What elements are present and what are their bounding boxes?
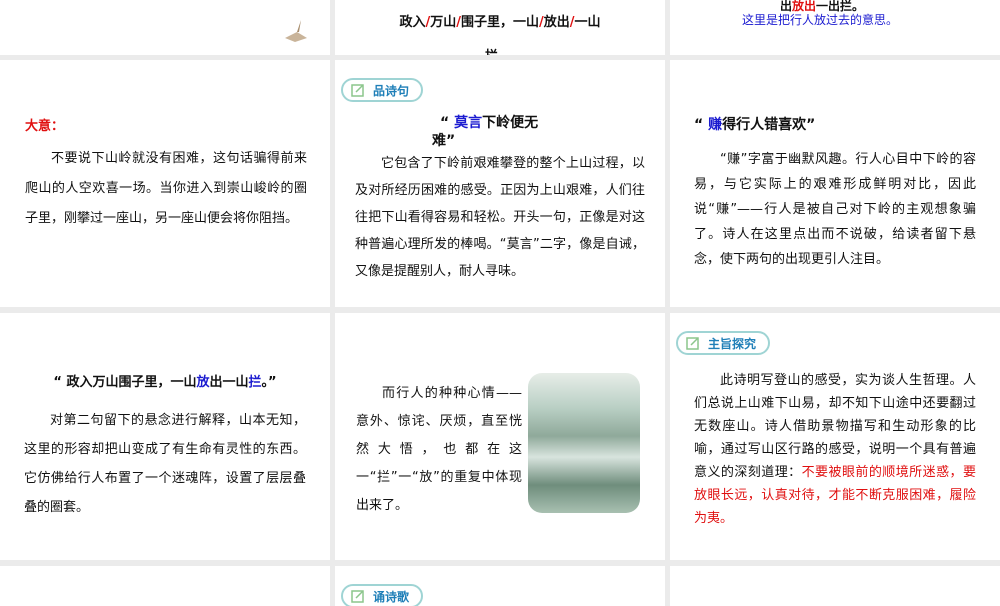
edit-icon xyxy=(351,590,364,603)
explanation-note: 这里是把行人放过去的意思。 xyxy=(741,13,898,27)
section-badge: 诵诗歌 xyxy=(341,584,424,606)
slide-thumb-meaning[interactable]: 大意： 不要说下山岭就没有困难，这句话骗得前来爬山的人空欢喜一场。当你进入到崇山… xyxy=(0,60,330,307)
slide-thumb-theme[interactable]: 主旨探究 此诗明写登山的感受，实为谈人生哲理。人们总说上山难下山易，却不知下山途… xyxy=(670,313,1000,560)
edit-icon xyxy=(686,337,699,350)
meaning-text: 不要说下山岭就没有困难，这句话骗得前来爬山的人空欢喜一场。当你进入到崇山峻岭的圈… xyxy=(25,151,307,226)
slide-thumb-mo-yan[interactable]: 品诗句 “ 莫言下岭便无 难” 它包含了下岭前艰难攀登的整个上山过程，以及对所经… xyxy=(335,60,665,307)
section-badge: 品诗句 xyxy=(341,78,424,102)
slide-thumb-top-left[interactable] xyxy=(0,0,330,55)
analysis-text: 而行人的种种心情——意外、惊诧、厌烦，直至恍然大悟，也都在这一“拦”一“放”的重… xyxy=(356,386,522,513)
section-title: “ 赚得行人错喜欢” xyxy=(694,117,816,133)
slide-thumb-zhuan[interactable]: “ 赚得行人错喜欢” “赚”字富于幽默风趣。行人心目中下岭的容易，与它实际上的艰… xyxy=(670,60,1000,307)
slide-thumb-bottom-left[interactable] xyxy=(0,566,330,606)
slide-thumb-bottom-middle[interactable]: 诵诗歌 xyxy=(335,566,665,606)
poem-line-cut: 出放出一出拦。 xyxy=(780,0,865,13)
section-badge: 主旨探究 xyxy=(676,331,771,355)
analysis-text: 对第二句留下的悬念进行解释，山本无知，这里的形容却把山变成了有生命有灵性的东西。… xyxy=(24,413,306,515)
section-title-line2: 难” xyxy=(432,133,456,149)
poem-line-split: 政入/万山/围子里，一山/放出/一山 xyxy=(399,15,601,30)
landscape-painting-image xyxy=(528,373,640,513)
meaning-label: 大意： xyxy=(25,119,65,134)
slide-thumb-zheng-ru[interactable]: “ 政入万山围子里，一山放出一山拦。” 对第二句留下的悬念进行解释，山本无知，这… xyxy=(0,313,330,560)
slide-thumb-xinqing[interactable]: 而行人的种种心情——意外、惊诧、厌烦，直至恍然大悟，也都在这一“拦”一“放”的重… xyxy=(335,313,665,560)
book-feather-icon xyxy=(285,20,307,42)
poem-line-cut: 拦。 xyxy=(485,44,511,55)
analysis-text: 它包含了下岭前艰难攀登的整个上山过程，以及对所经历困难的感受。正因为上山艰难，人… xyxy=(355,156,645,279)
edit-icon xyxy=(351,84,364,97)
theme-text: 此诗明写登山的感受，实为谈人生哲理。人们总说上山难下山易，却不知下山途中还要翻过… xyxy=(694,373,976,526)
analysis-text: “赚”字富于幽默风趣。行人心目中下岭的容易，与它实际上的艰难形成鲜明对比，因此说… xyxy=(694,152,976,267)
slide-thumb-top-middle[interactable]: 政入/万山/围子里，一山/放出/一山 拦。 xyxy=(335,0,665,55)
section-title: “ 政入万山围子里，一山放出一山拦。” xyxy=(53,375,277,390)
section-title: “ 莫言下岭便无 xyxy=(440,115,539,131)
slide-thumb-top-right[interactable]: 出放出一出拦。 这里是把行人放过去的意思。 xyxy=(670,0,1000,55)
slide-thumb-bottom-right[interactable] xyxy=(670,566,1000,606)
